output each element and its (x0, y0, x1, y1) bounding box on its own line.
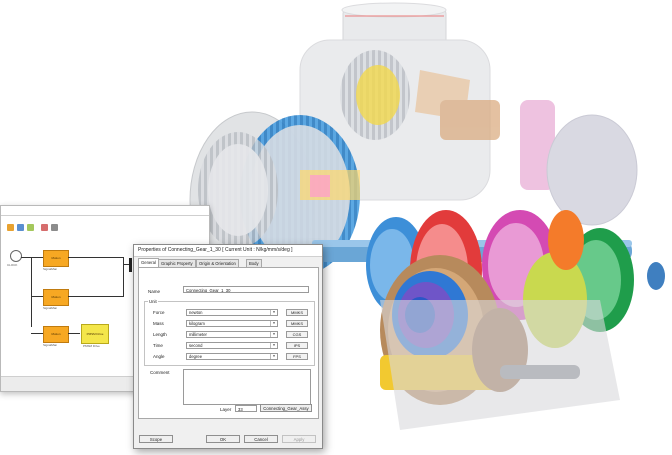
properties-dialog: Properties of Connecting_Gear_1_30 [ Cur… (133, 244, 323, 449)
block-caption: SignalMan (43, 306, 58, 310)
force-label: Force (153, 310, 165, 315)
comment-label: Comment (150, 370, 170, 375)
wire (21, 257, 43, 258)
wire (68, 296, 123, 297)
diagram-block[interactable]: Motion (43, 250, 69, 267)
clock-icon[interactable] (10, 250, 22, 262)
ribbon-toolbar (1, 216, 209, 237)
wire (31, 296, 43, 297)
chevron-down-icon: ▾ (270, 321, 277, 326)
scope-button[interactable]: Scope (139, 435, 173, 443)
diagram-block[interactable]: Motion (43, 289, 69, 306)
tab-graphic-property[interactable]: Graphic Property (158, 259, 196, 267)
wire (31, 257, 32, 327)
dialog-title: Properties of Connecting_Gear_1_30 [ Cur… (134, 245, 322, 257)
layer-field[interactable]: 33 (235, 405, 257, 412)
ribbon-button-icon[interactable] (51, 224, 58, 231)
diagram-block[interactable]: Motion (43, 326, 69, 343)
lower-housing (380, 300, 620, 430)
cancel-button[interactable]: Cancel (244, 435, 278, 443)
apply-button[interactable]: Apply (282, 435, 316, 443)
chevron-down-icon: ▾ (270, 354, 277, 359)
ribbon-button-icon[interactable] (7, 224, 14, 231)
mass-unit-select[interactable]: kilogram ▾ (186, 320, 278, 327)
wire (123, 257, 124, 297)
wire (31, 333, 43, 334)
wire (68, 257, 123, 258)
unit-system-button[interactable]: MMKS (286, 320, 308, 327)
diagram-block[interactable]: PMSM Drive (81, 324, 109, 344)
ok-button[interactable]: OK (206, 435, 240, 443)
unit-group: Unit Force newton ▾ MMKS Mass kilogram ▾ M… (144, 299, 315, 366)
mux-block[interactable] (129, 258, 132, 272)
unit-system-button[interactable]: IPS (286, 342, 308, 349)
angle-unit-select[interactable]: degree ▾ (186, 353, 278, 360)
tab-general[interactable]: General (138, 258, 159, 267)
unit-system-button[interactable]: CGS (286, 331, 308, 338)
force-unit-select[interactable]: newton ▾ (186, 309, 278, 316)
chevron-down-icon: ▾ (270, 343, 277, 348)
time-unit-select[interactable]: second ▾ (186, 342, 278, 349)
chevron-down-icon: ▾ (270, 310, 277, 315)
ribbon-button-icon[interactable] (17, 224, 24, 231)
name-field[interactable]: Connecting_Gear_1_30 (183, 286, 309, 293)
layer-label: Layer (220, 407, 232, 412)
unit-system-button[interactable]: FPS (286, 353, 308, 360)
length-unit-select[interactable]: millimeter ▾ (186, 331, 278, 338)
comment-textarea[interactable] (183, 369, 311, 405)
block-caption: SignalMan (43, 343, 58, 347)
time-label: Time (153, 343, 163, 348)
block-caption: PMSM Drive (83, 344, 100, 348)
ribbon-button-icon[interactable] (41, 224, 48, 231)
unit-system-button[interactable]: MMKS (286, 309, 308, 316)
name-label: Name (148, 289, 161, 294)
top-gear (340, 50, 410, 140)
wire (68, 333, 80, 334)
unit-group-title: Unit (148, 299, 158, 304)
app-title-bar (1, 206, 209, 216)
tab-body[interactable]: Body (246, 259, 262, 267)
layer-assembly-button[interactable]: Connecting_Gear_Assy (260, 404, 312, 412)
general-panel: Name Connecting_Gear_1_30 Unit Force new… (138, 267, 319, 419)
ribbon-button-icon[interactable] (27, 224, 34, 231)
length-label: Length (153, 332, 167, 337)
angle-label: Angle (153, 354, 165, 359)
tab-origin-orientation[interactable]: Origin & Orientation (196, 259, 239, 267)
clock-label: CLOCK (7, 263, 18, 267)
block-caption: SignalMan (43, 267, 58, 271)
chevron-down-icon: ▾ (270, 332, 277, 337)
mass-label: Mass (153, 321, 164, 326)
